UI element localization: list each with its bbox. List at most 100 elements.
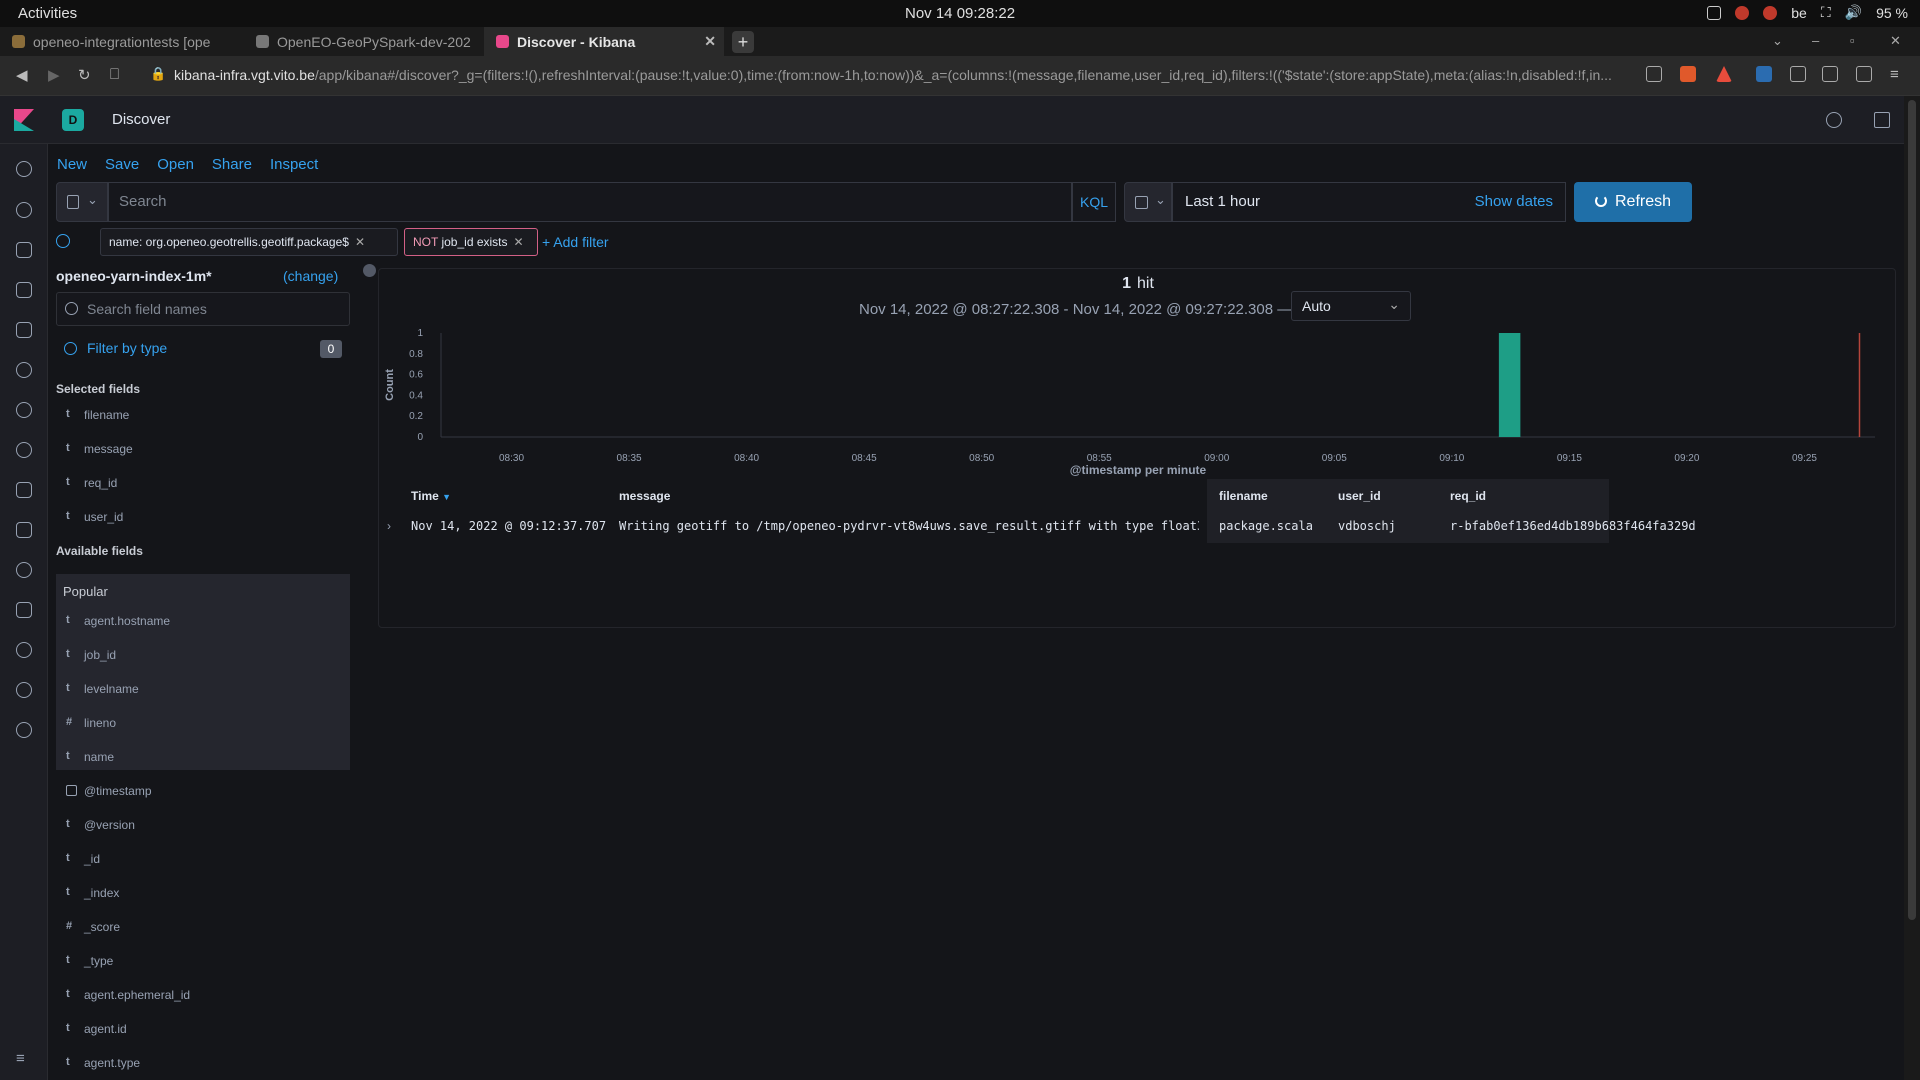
filter-by-type-button[interactable]: Filter by type: [64, 340, 167, 356]
refresh-button[interactable]: Refresh: [1574, 182, 1692, 222]
space-avatar[interactable]: D: [62, 109, 84, 131]
search-input[interactable]: Search: [108, 182, 1072, 222]
recent-icon[interactable]: [16, 161, 32, 177]
field-item-message[interactable]: t message: [56, 432, 350, 466]
filter-pill-not-job-id[interactable]: NOT job_id exists ✕: [404, 228, 538, 256]
add-filter-button[interactable]: + Add filter: [542, 234, 609, 250]
column-header-user-id[interactable]: user_id: [1338, 489, 1381, 515]
menu-new[interactable]: New: [57, 156, 87, 173]
graph-icon[interactable]: [16, 442, 32, 458]
apm-icon[interactable]: [16, 562, 32, 578]
interval-select[interactable]: Auto ⌄: [1291, 291, 1411, 321]
vpn-icon[interactable]: [1735, 5, 1750, 20]
field-item-id[interactable]: t _id: [56, 842, 350, 876]
keyboard-layout[interactable]: be: [1791, 5, 1807, 21]
dev-tools-icon[interactable]: [16, 642, 32, 658]
close-window-icon[interactable]: ✕: [1890, 33, 1901, 49]
field-item-agent-ephemeral-id[interactable]: t agent.ephemeral_id: [56, 978, 350, 1012]
filter-pill-name[interactable]: name: org.openeo.geotrellis.geotiff.pack…: [100, 228, 398, 256]
reload-icon[interactable]: ↻: [78, 66, 91, 84]
saved-query-button[interactable]: ⌄: [56, 182, 108, 222]
maps-icon[interactable]: [16, 362, 32, 378]
column-header-time[interactable]: Time ▼: [411, 489, 451, 515]
lock-icon[interactable]: 🔒: [150, 66, 166, 82]
sidebar-toggle-icon[interactable]: [1822, 66, 1838, 82]
extension-icon[interactable]: [1756, 66, 1772, 82]
tab-list-icon[interactable]: ⌄: [1772, 33, 1783, 49]
field-item-lineno[interactable]: # lineno: [56, 706, 350, 740]
column-header-req-id[interactable]: req_id: [1450, 489, 1486, 515]
field-item-req-id[interactable]: t req_id: [56, 466, 350, 500]
brave-shield-icon[interactable]: [1680, 66, 1696, 82]
discover-icon[interactable]: [16, 202, 32, 218]
canvas-icon[interactable]: [16, 322, 32, 338]
page-scrollbar[interactable]: [1904, 96, 1920, 1080]
histogram-chart[interactable]: 00.20.40.60.8108:30 08:35 08:40 08:45 08:50 0…: [379, 325, 1897, 465]
newsfeed-icon[interactable]: [1874, 112, 1890, 128]
remove-filter-icon[interactable]: ✕: [355, 235, 365, 249]
date-range-field[interactable]: Last 1 hour Show dates: [1172, 182, 1566, 222]
kibana-logo-icon[interactable]: [14, 109, 34, 131]
bookmark-icon[interactable]: ⎕: [110, 66, 119, 83]
field-item-type[interactable]: t _type: [56, 944, 350, 978]
remove-filter-icon[interactable]: ✕: [514, 235, 524, 249]
field-item-levelname[interactable]: t levelname: [56, 672, 350, 706]
new-tab-button[interactable]: +: [732, 31, 754, 53]
infrastructure-icon[interactable]: [16, 482, 32, 498]
field-item-job-id[interactable]: t job_id: [56, 638, 350, 672]
rewards-icon[interactable]: [1716, 66, 1732, 82]
field-item-filename[interactable]: t filename: [56, 398, 350, 432]
field-item-agent-type[interactable]: t agent.type: [56, 1046, 350, 1080]
activities-button[interactable]: Activities: [18, 5, 77, 22]
show-dates-link[interactable]: Show dates: [1475, 193, 1553, 210]
quick-date-button[interactable]: ⌄: [1124, 182, 1172, 222]
puzzle-icon[interactable]: [1790, 66, 1806, 82]
management-gear-icon[interactable]: [16, 722, 32, 738]
field-item-agent-hostname[interactable]: t agent.hostname: [56, 604, 350, 638]
field-item-user-id[interactable]: t user_id: [56, 500, 350, 534]
help-icon[interactable]: [1826, 112, 1842, 128]
forward-icon[interactable]: ▶: [48, 66, 60, 84]
tab-openeo-geopyspark[interactable]: OpenEO-GeoPySpark-dev-202: [244, 27, 484, 56]
battery-level[interactable]: 95 %: [1876, 5, 1908, 21]
expand-row-icon[interactable]: ›: [387, 519, 391, 533]
field-item-index[interactable]: t _index: [56, 876, 350, 910]
change-index-link[interactable]: (change): [283, 268, 338, 284]
ml-icon[interactable]: [16, 402, 32, 418]
dashboard-icon[interactable]: [16, 282, 32, 298]
kql-toggle[interactable]: KQL: [1072, 182, 1116, 222]
scrollbar-thumb[interactable]: [1908, 100, 1916, 920]
network-icon[interactable]: ⛶: [1821, 4, 1831, 21]
menu-icon[interactable]: ≡: [1890, 66, 1899, 83]
field-item-version[interactable]: t @version: [56, 808, 350, 842]
filter-options-icon[interactable]: [56, 234, 70, 248]
field-item-name[interactable]: t name: [56, 740, 350, 774]
column-header-filename[interactable]: filename: [1219, 489, 1268, 515]
visualize-icon[interactable]: [16, 242, 32, 258]
back-icon[interactable]: ◀: [16, 66, 28, 84]
field-item-timestamp[interactable]: @timestamp: [56, 774, 350, 808]
siem-icon[interactable]: [16, 602, 32, 618]
field-item-agent-id[interactable]: t agent.id: [56, 1012, 350, 1046]
minimize-icon[interactable]: –: [1812, 33, 1819, 48]
close-tab-icon[interactable]: ✕: [704, 33, 716, 50]
menu-inspect[interactable]: Inspect: [270, 156, 318, 173]
menu-share[interactable]: Share: [212, 156, 252, 173]
sort-desc-icon[interactable]: ▼: [442, 492, 451, 502]
url-field[interactable]: kibana-infra.vgt.vito.be/app/kibana#/dis…: [174, 67, 1634, 83]
maximize-icon[interactable]: ▫: [1850, 33, 1855, 48]
collapse-nav-icon[interactable]: ≡: [16, 1050, 32, 1067]
mail-indicator-icon[interactable]: [1763, 5, 1778, 20]
tab-discover-kibana[interactable]: Discover - Kibana ✕: [484, 27, 724, 56]
menu-open[interactable]: Open: [157, 156, 194, 173]
field-search-input[interactable]: Search field names: [56, 292, 350, 326]
column-header-message[interactable]: message: [619, 489, 670, 515]
share-icon[interactable]: [1646, 66, 1662, 82]
tab-openeo-integrationtests[interactable]: openeo-integrationtests [ope: [0, 27, 244, 56]
logs-icon[interactable]: [16, 522, 32, 538]
menu-save[interactable]: Save: [105, 156, 139, 173]
wallet-icon[interactable]: [1856, 66, 1872, 82]
clipboard-icon[interactable]: [1707, 5, 1722, 20]
field-item-score[interactable]: # _score: [56, 910, 350, 944]
volume-icon[interactable]: 🔊: [1845, 4, 1862, 21]
